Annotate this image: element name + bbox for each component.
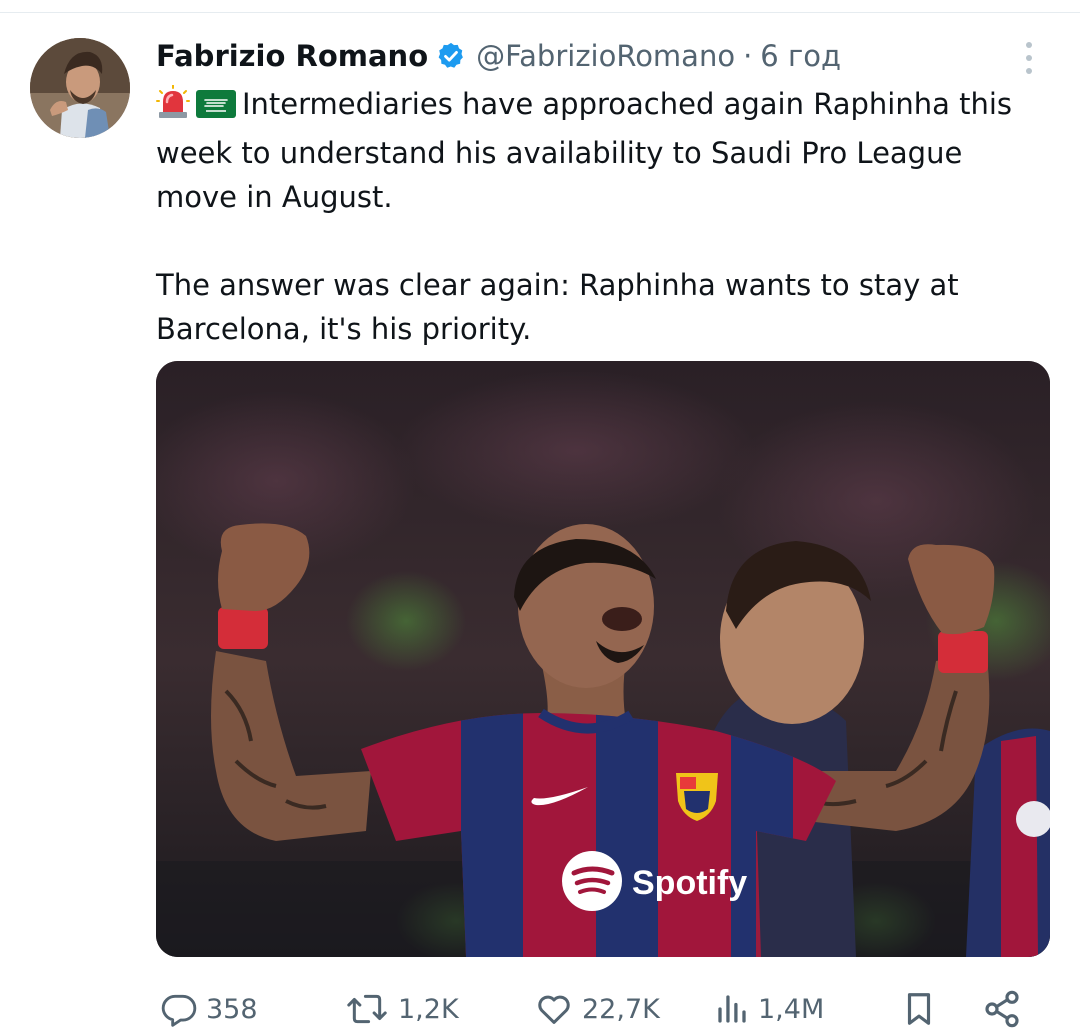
tweet-header: Fabrizio Romano @FabrizioRomano · 6 год	[156, 34, 841, 78]
heart-icon	[538, 995, 570, 1024]
tweet-media-image[interactable]: Spotify	[156, 361, 1050, 957]
views-icon	[718, 995, 746, 1023]
tweet-paragraph-1: Intermediaries have approached again Rap…	[156, 82, 1036, 219]
views-button[interactable]: 1,4M	[714, 985, 824, 1033]
tweet-timestamp[interactable]: 6 год	[760, 39, 841, 73]
sponsor-text: Spotify	[632, 864, 747, 902]
repost-count: 1,2K	[398, 993, 459, 1025]
reply-button[interactable]: 358	[160, 985, 258, 1033]
police-light-emoji	[156, 84, 190, 131]
reply-icon	[161, 994, 197, 1027]
author-avatar[interactable]	[30, 38, 130, 138]
reply-count: 358	[206, 993, 258, 1025]
author-name[interactable]: Fabrizio Romano	[156, 39, 428, 73]
like-count: 22,7K	[582, 993, 660, 1025]
tweet-text-line-1: Intermediaries have approached again Rap…	[156, 87, 1012, 214]
bookmark-icon	[907, 993, 931, 1025]
tweet-paragraph-2: The answer was clear again: Raphinha wan…	[156, 268, 959, 346]
author-handle[interactable]: @FabrizioRomano	[476, 39, 735, 73]
verified-badge-icon	[436, 41, 466, 71]
more-options-icon[interactable]	[1016, 40, 1042, 76]
bookmark-button[interactable]	[900, 985, 946, 1033]
share-button[interactable]	[982, 985, 1030, 1033]
repost-button[interactable]: 1,2K	[344, 985, 459, 1033]
saudi-flag-emoji	[196, 87, 236, 131]
tweet-card[interactable]: Fabrizio Romano @FabrizioRomano · 6 год …	[0, 0, 1080, 1033]
share-icon	[985, 990, 1019, 1028]
tweet-actions: 358 1,2K 22,7K 1,4M	[0, 985, 1080, 1033]
repost-icon	[347, 994, 387, 1024]
tweet-text: Intermediaries have approached again Rap…	[156, 82, 1036, 351]
header-separator: ·	[743, 39, 753, 73]
views-count: 1,4M	[758, 993, 825, 1025]
like-button[interactable]: 22,7K	[534, 985, 660, 1033]
